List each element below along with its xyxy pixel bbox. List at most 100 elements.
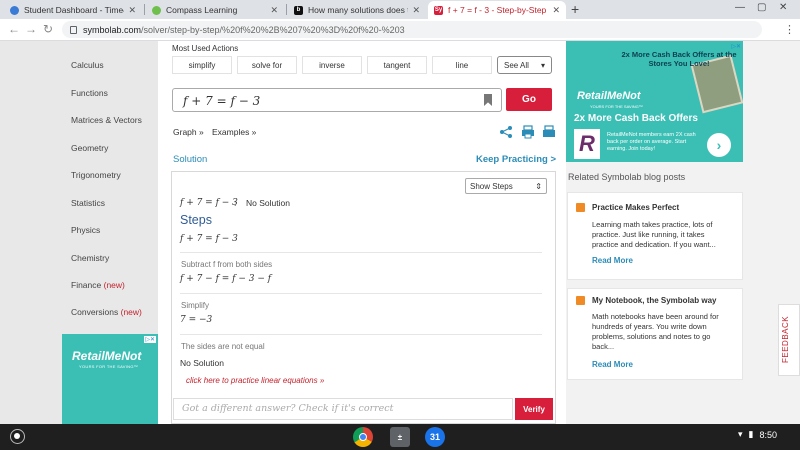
- up-down-caret-icon: ⇕: [535, 181, 542, 191]
- tab-divider: [286, 4, 287, 15]
- action-inverse-button[interactable]: inverse: [302, 56, 362, 74]
- show-steps-select[interactable]: Show Steps ⇕: [465, 178, 547, 194]
- verify-button[interactable]: Verify: [515, 398, 553, 420]
- caret-down-icon: ▾: [540, 60, 545, 70]
- result-equation: f + 7 = f − 3: [180, 198, 238, 208]
- sidebar-advertisement[interactable]: ▷✕ RetailMeNot YOURS FOR THE SAVING™: [62, 334, 158, 424]
- close-icon[interactable]: ✕: [128, 5, 136, 16]
- close-icon[interactable]: ✕: [552, 5, 560, 16]
- calculator-icon[interactable]: ±: [390, 427, 410, 447]
- browser-menu-icon[interactable]: ⋮: [784, 23, 795, 36]
- sidebar-item-conversions[interactable]: Conversions (new): [71, 307, 142, 317]
- notebook-icon[interactable]: [542, 125, 556, 139]
- sidebar-item-matrices[interactable]: Matrices & Vectors: [71, 115, 142, 125]
- forward-arrow-icon[interactable]: →: [25, 22, 37, 36]
- result-separator: :: [234, 198, 237, 208]
- sidebar-item-calculus[interactable]: Calculus: [71, 60, 104, 70]
- ad-logo: RetailMeNot: [577, 90, 641, 102]
- clock: 8:50: [759, 429, 778, 440]
- tab-brainly[interactable]: b How many solutions does the e ✕: [288, 1, 426, 19]
- launcher-icon[interactable]: [10, 429, 25, 444]
- student-dashboard-icon: [10, 5, 19, 15]
- action-simplify-button[interactable]: simplify: [172, 56, 232, 74]
- solution-label: Solution: [173, 154, 208, 165]
- chrome-icon[interactable]: [353, 427, 373, 447]
- calendar-icon[interactable]: 31: [425, 427, 445, 447]
- different-answer-input[interactable]: Got a different answer? Check if it's co…: [173, 398, 513, 420]
- tab-divider: [144, 4, 145, 15]
- adchoices-icon[interactable]: ▷✕: [731, 43, 741, 50]
- tab-strip: Student Dashboard - Time4Lear ✕ Compass …: [0, 0, 800, 19]
- read-more-link[interactable]: Read More: [592, 256, 633, 265]
- see-all-select[interactable]: See All ▾: [497, 56, 552, 74]
- sidebar-item-functions[interactable]: Functions: [71, 88, 108, 98]
- chevron-right-icon[interactable]: ›: [707, 133, 731, 157]
- solver-main: Most Used Actions simplify solve for inv…: [158, 41, 566, 424]
- minimize-icon[interactable]: —: [735, 2, 745, 13]
- new-tab-button[interactable]: +: [571, 1, 579, 17]
- step-divider: [180, 252, 542, 253]
- close-icon[interactable]: ✕: [412, 5, 420, 16]
- url-field[interactable]: symbolab.com/solver/step-by-step/%20f%20…: [62, 21, 762, 38]
- status-tray[interactable]: ▾ ▮ 8:50: [738, 429, 777, 440]
- symbolab-icon: Sy: [434, 5, 443, 15]
- reload-icon[interactable]: ↻: [43, 22, 53, 36]
- steps-heading: Steps: [180, 213, 212, 227]
- blog-card[interactable]: Practice Makes Perfect Learning math tak…: [567, 192, 743, 280]
- read-more-link[interactable]: Read More: [592, 360, 633, 369]
- blog-title[interactable]: My Notebook, the Symbolab way: [592, 296, 716, 305]
- step-divider: [180, 334, 542, 335]
- ad-logo: RetailMeNot: [72, 349, 142, 363]
- go-button[interactable]: Go: [506, 88, 552, 111]
- equation-input[interactable]: f + 7 = f − 3: [172, 88, 502, 112]
- wifi-icon: ▾: [738, 429, 743, 439]
- step-divider: [180, 293, 542, 294]
- step-label: Simplify: [181, 301, 210, 310]
- result-value: No Solution: [246, 198, 290, 208]
- tab-compass-learning[interactable]: Compass Learning ✕: [146, 1, 284, 19]
- graph-link[interactable]: Graph »: [173, 127, 204, 137]
- action-solve-for-button[interactable]: solve for: [237, 56, 297, 74]
- retailmenot-logo-icon: R: [574, 129, 600, 159]
- share-icon[interactable]: [499, 125, 513, 139]
- keep-practicing-link[interactable]: Keep Practicing >: [476, 154, 556, 165]
- step-result: No Solution: [180, 358, 224, 368]
- ad-description: RetailMeNot members earn 2X cash back pe…: [607, 132, 696, 152]
- maximize-icon[interactable]: ▢: [757, 2, 766, 13]
- step-equation: 7 = −3: [180, 315, 213, 325]
- sidebar-item-geometry[interactable]: Geometry: [71, 143, 108, 153]
- action-line-button[interactable]: line: [432, 56, 492, 74]
- step-label: Subtract f from both sides: [181, 260, 273, 269]
- battery-icon: ▮: [748, 429, 754, 439]
- sidebar-item-physics[interactable]: Physics: [71, 225, 100, 235]
- blog-post-icon: [576, 203, 585, 212]
- sidebar-item-trigonometry[interactable]: Trigonometry: [71, 170, 121, 180]
- step-equation: f + 7 = f − 3: [180, 234, 238, 244]
- sidebar-item-statistics[interactable]: Statistics: [71, 198, 105, 208]
- sidebar-item-chemistry[interactable]: Chemistry: [71, 253, 109, 263]
- address-bar: ← → ↻ symbolab.com/solver/step-by-step/%…: [0, 19, 800, 41]
- practice-link[interactable]: click here to practice linear equations …: [186, 376, 324, 385]
- step-label: The sides are not equal: [181, 342, 265, 351]
- blog-excerpt: Learning math takes practice, lots of pr…: [592, 220, 716, 249]
- close-window-icon[interactable]: ✕: [779, 2, 787, 13]
- right-advertisement[interactable]: ▷✕ 2x More Cash Back Offers at the Store…: [566, 41, 743, 162]
- feedback-tab[interactable]: FEEDBACK: [778, 304, 800, 376]
- tab-student-dashboard[interactable]: Student Dashboard - Time4Lear ✕: [4, 1, 142, 19]
- close-icon[interactable]: ✕: [270, 5, 278, 16]
- tab-symbolab[interactable]: Sy f + 7 = f - 3 - Step-by-Step Calcu ✕: [428, 1, 566, 19]
- adchoices-icon[interactable]: ▷✕: [144, 336, 156, 343]
- print-icon[interactable]: [521, 125, 535, 139]
- back-arrow-icon[interactable]: ←: [8, 22, 20, 36]
- examples-link[interactable]: Examples »: [212, 127, 256, 137]
- ad-offer-text: 2x More Cash Back Offers at the Stores Y…: [621, 50, 737, 68]
- sidebar-item-finance[interactable]: Finance (new): [71, 280, 125, 290]
- blog-title[interactable]: Practice Makes Perfect: [592, 203, 679, 212]
- compass-icon: [152, 5, 161, 15]
- blog-card[interactable]: My Notebook, the Symbolab way Math noteb…: [567, 288, 743, 380]
- blog-excerpt: Math notebooks have been around for hund…: [592, 312, 719, 351]
- most-used-actions-title: Most Used Actions: [172, 44, 239, 53]
- related-posts-title: Related Symbolab blog posts: [568, 172, 686, 182]
- step-equation: f + 7 − f = f − 3 − f: [180, 274, 272, 284]
- action-tangent-button[interactable]: tangent: [367, 56, 427, 74]
